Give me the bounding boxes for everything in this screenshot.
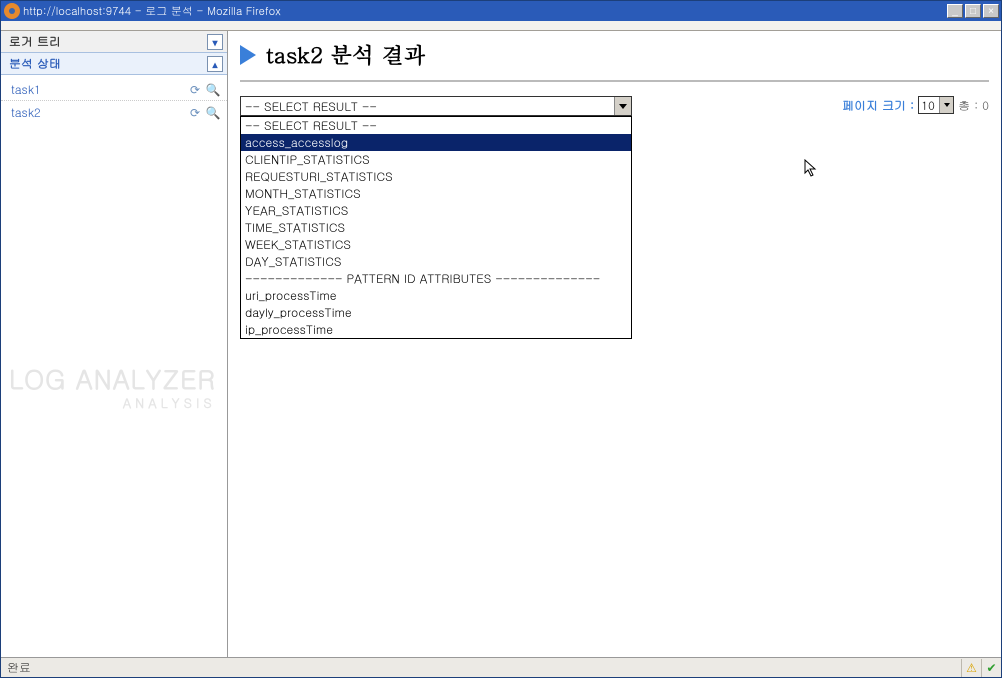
page-size-select[interactable]: 10 <box>918 96 954 114</box>
reload-icon[interactable]: ⟳ <box>187 104 203 120</box>
warning-icon[interactable]: ⚠ <box>961 659 981 677</box>
page-title: task2 분석 결과 <box>266 39 426 70</box>
main-panel: task2 분석 결과 -- SELECT RESULT -- -- SELEC… <box>228 31 1001 657</box>
dropdown-option[interactable]: REQUESTURI_STATISTICS <box>241 168 631 185</box>
ok-icon[interactable]: ✔ <box>981 659 1001 677</box>
watermark: LOG ANALYZER ANALYSIS <box>9 361 216 412</box>
dropdown-option[interactable]: uri_processTime <box>241 287 631 304</box>
task-item-task1[interactable]: task1 ⟳ 🔍 <box>1 79 227 101</box>
logger-tree-label: 로거 트리 <box>9 33 207 50</box>
search-icon[interactable]: 🔍 <box>205 104 221 120</box>
task-item-task2[interactable]: task2 ⟳ 🔍 <box>1 101 227 123</box>
window-controls: _ □ × <box>945 4 1001 18</box>
page-size-label: 페이지 크기 : <box>842 97 914 114</box>
dropdown-option[interactable]: TIME_STATISTICS <box>241 219 631 236</box>
mouse-cursor-icon <box>804 159 820 183</box>
window-title: http://localhost:9744 - 로그 분석 - Mozilla … <box>23 4 945 19</box>
firefox-icon <box>4 3 20 19</box>
dropdown-option[interactable]: -- SELECT RESULT -- <box>241 117 631 134</box>
dropdown-option[interactable]: WEEK_STATISTICS <box>241 236 631 253</box>
dropdown-option[interactable]: CLIENTIP_STATISTICS <box>241 151 631 168</box>
analysis-state-label: 분석 상태 <box>9 55 207 72</box>
result-select-display[interactable]: -- SELECT RESULT -- <box>240 96 632 116</box>
chevron-down-icon[interactable]: ▾ <box>207 34 223 50</box>
statusbar: 완료 ⚠ ✔ <box>1 657 1001 677</box>
dropdown-arrow-icon[interactable] <box>614 97 631 115</box>
minimize-button[interactable]: _ <box>947 4 963 18</box>
maximize-button[interactable]: □ <box>965 4 981 18</box>
toolbar-strip <box>1 21 1001 31</box>
dropdown-option[interactable]: DAY_STATISTICS <box>241 253 631 270</box>
status-text: 완료 <box>1 659 961 676</box>
result-select-value: -- SELECT RESULT -- <box>241 98 614 115</box>
result-select-dropdown[interactable]: -- SELECT RESULT --access_accesslogCLIEN… <box>240 116 632 339</box>
task-item-label: task2 <box>11 104 185 121</box>
task-list: task1 ⟳ 🔍 task2 ⟳ 🔍 <box>1 75 227 127</box>
reload-icon[interactable]: ⟳ <box>187 82 203 98</box>
content-area: 로거 트리 ▾ 분석 상태 ▴ task1 ⟳ 🔍 task2 ⟳ 🔍 <box>1 31 1001 657</box>
total-label: 총 : <box>958 97 978 114</box>
browser-window: http://localhost:9744 - 로그 분석 - Mozilla … <box>0 0 1002 678</box>
titlebar[interactable]: http://localhost:9744 - 로그 분석 - Mozilla … <box>1 1 1001 21</box>
dropdown-option[interactable]: MONTH_STATISTICS <box>241 185 631 202</box>
arrow-right-icon <box>240 45 256 65</box>
page-size-value: 10 <box>919 97 939 114</box>
watermark-big: LOG ANALYZER <box>9 361 216 397</box>
dropdown-arrow-icon[interactable] <box>939 97 953 113</box>
total-value: 0 <box>982 97 989 114</box>
dropdown-option[interactable]: ------------- PATTERN ID ATTRIBUTES ----… <box>241 270 631 287</box>
controls-row: -- SELECT RESULT -- -- SELECT RESULT --a… <box>240 96 989 116</box>
pagination-controls: 페이지 크기 : 10 총 : 0 <box>842 96 989 114</box>
dropdown-option[interactable]: access_accesslog <box>241 134 631 151</box>
title-underline <box>240 80 989 82</box>
dropdown-option[interactable]: YEAR_STATISTICS <box>241 202 631 219</box>
sidebar: 로거 트리 ▾ 분석 상태 ▴ task1 ⟳ 🔍 task2 ⟳ 🔍 <box>1 31 228 657</box>
search-icon[interactable]: 🔍 <box>205 82 221 98</box>
dropdown-option[interactable]: dayly_processTime <box>241 304 631 321</box>
task-item-label: task1 <box>11 81 185 98</box>
chevron-up-icon[interactable]: ▴ <box>207 56 223 72</box>
result-select[interactable]: -- SELECT RESULT -- -- SELECT RESULT --a… <box>240 96 632 116</box>
close-button[interactable]: × <box>983 4 999 18</box>
dropdown-option[interactable]: ip_processTime <box>241 321 631 338</box>
page-title-row: task2 분석 결과 <box>240 39 989 70</box>
logger-tree-panel-header[interactable]: 로거 트리 ▾ <box>1 31 227 53</box>
analysis-state-panel-header[interactable]: 분석 상태 ▴ <box>1 53 227 75</box>
